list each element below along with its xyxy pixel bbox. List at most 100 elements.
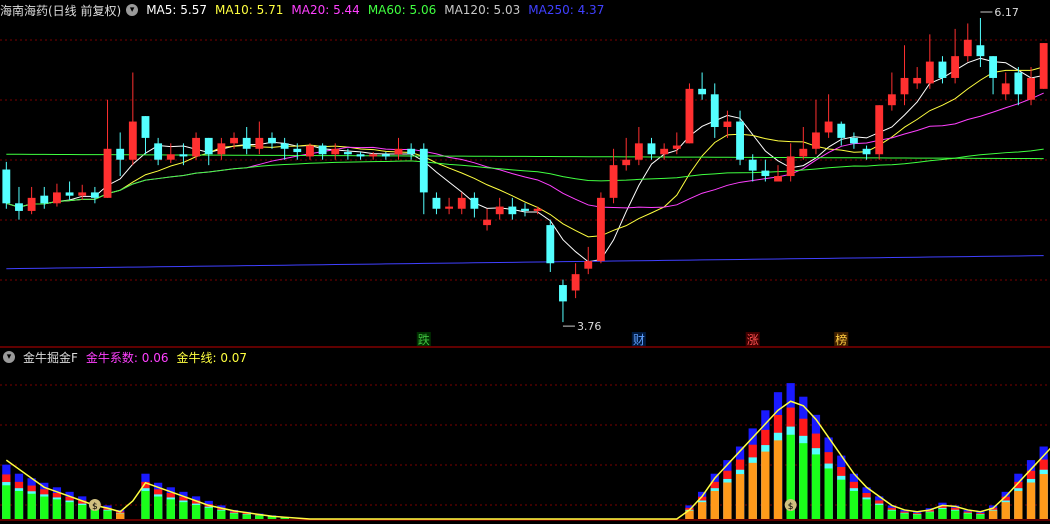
indicator-bar — [913, 514, 922, 519]
candle-body — [242, 137, 251, 149]
indicator-bar — [217, 510, 226, 519]
event-tag: 跌 — [418, 332, 430, 347]
main-legend: 海南海药(日线 前复权) ▾ MA5: 5.57 MA10: 5.71 MA20… — [0, 0, 612, 20]
indicator-bar — [988, 510, 998, 519]
indicator-bar — [748, 462, 757, 519]
indicator-bar — [204, 507, 213, 519]
candle-body — [217, 143, 226, 155]
indicator-bar — [103, 510, 112, 519]
indicator-bar — [710, 490, 719, 519]
candle-body — [672, 145, 681, 149]
chevron-down-icon[interactable]: ▾ — [3, 351, 15, 363]
indicator-bars — [2, 383, 1048, 519]
indicator-bar — [1026, 482, 1036, 519]
indicator-bar — [14, 490, 24, 519]
candle-body — [1027, 77, 1035, 100]
candle-body — [255, 137, 264, 149]
candle-body — [394, 148, 403, 155]
candle-body — [875, 105, 884, 155]
stock-chart-canvas[interactable]: 6.17 3.76 跌 财 涨 榜 $ $ — [0, 0, 1050, 524]
event-tag: 榜 — [835, 332, 847, 347]
candle-body — [685, 88, 694, 144]
high-price-label: 6.17 — [994, 6, 1019, 19]
indicator-bar — [52, 499, 62, 519]
candle-body — [913, 77, 922, 84]
candle-body — [698, 88, 707, 95]
candle-body — [419, 148, 428, 193]
candle-body — [938, 61, 947, 78]
candle-body — [508, 206, 517, 215]
indicator-name: 金牛掘金F — [23, 350, 78, 365]
ma10-label: MA10: 5.71 — [214, 3, 284, 17]
candle-body — [521, 208, 529, 211]
candle-body — [862, 148, 871, 155]
indicator-bar — [1039, 474, 1048, 519]
chevron-down-icon[interactable]: ▾ — [126, 4, 139, 16]
candle-body — [812, 132, 820, 149]
candle-body — [1039, 43, 1048, 89]
indicator-bar — [735, 474, 745, 519]
candle-body — [128, 121, 137, 160]
event-tag: 涨 — [747, 332, 759, 347]
candle-body — [268, 137, 276, 144]
indicator-bar — [242, 514, 251, 519]
candle-body — [166, 154, 175, 160]
candle-body — [887, 94, 896, 106]
indicator-coef-label: 金牛系数: 0.06 — [85, 350, 169, 365]
indicator-bar — [925, 512, 934, 519]
candle-body — [900, 77, 909, 95]
event-tag: 财 — [633, 333, 645, 347]
indicator-bar — [154, 496, 163, 519]
indicator-bar — [824, 468, 833, 519]
candle-body — [748, 159, 757, 171]
candle-body — [634, 143, 643, 160]
indicator-bar — [116, 513, 125, 519]
candle-body — [141, 116, 150, 138]
candle-body — [533, 208, 542, 211]
indicator-line — [5, 400, 1050, 520]
indicator-bar — [723, 482, 732, 519]
indicator-bar — [951, 510, 960, 519]
candle-body — [761, 170, 770, 177]
candle-body — [103, 148, 112, 198]
candle-body — [27, 197, 36, 211]
candle-body — [710, 94, 719, 127]
candle-body — [584, 261, 593, 269]
candle-body — [116, 148, 125, 160]
candle-body — [343, 152, 352, 155]
indicator-bar — [141, 490, 150, 519]
indicator-bar — [27, 493, 36, 519]
candle-body — [230, 137, 238, 144]
candle-body — [546, 225, 555, 264]
indicator-bar — [773, 440, 783, 519]
indicator-bar — [837, 479, 846, 519]
candle-body — [356, 154, 365, 157]
candle-body — [622, 159, 631, 166]
indicator-legend: ▾ 金牛掘金F 金牛系数: 0.06 金牛线: 0.07 — [0, 347, 255, 367]
candle-body — [495, 206, 504, 215]
candle-body — [723, 121, 732, 127]
indicator-bar — [40, 496, 49, 519]
indicator-bar — [697, 502, 707, 519]
candle-body — [90, 192, 99, 198]
indicator-bar — [862, 499, 871, 519]
ma250-label: MA250: 4.37 — [528, 3, 605, 17]
indicator-bar — [963, 513, 972, 519]
indicator-bar — [976, 514, 985, 519]
candle-body — [40, 195, 49, 204]
candle-body — [306, 145, 314, 157]
indicator-bar — [78, 504, 87, 519]
indicator-bar — [875, 504, 884, 519]
candle-body — [774, 176, 782, 182]
candle-body — [192, 137, 201, 157]
candle-body — [660, 148, 669, 155]
grid-lines — [0, 39, 1050, 506]
candle-body — [154, 143, 163, 160]
candle-body — [736, 121, 744, 160]
indicator-bar — [811, 454, 821, 519]
indicator-bar — [229, 513, 239, 519]
candle-body — [15, 203, 23, 211]
indicator-bar — [2, 485, 11, 519]
candle-body — [457, 197, 466, 209]
money-bag-icon-glyph: $ — [92, 502, 98, 512]
